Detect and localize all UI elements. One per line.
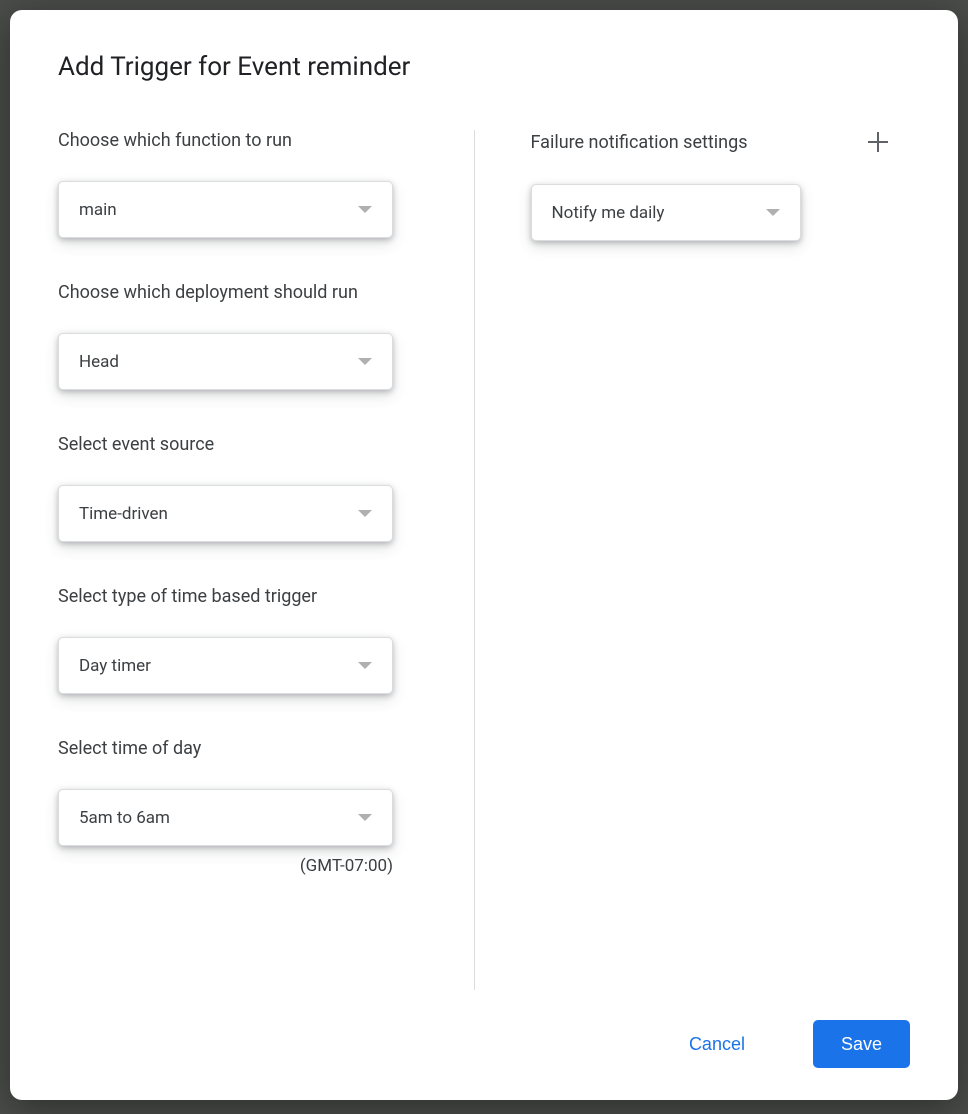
chevron-down-icon (358, 510, 372, 517)
time-of-day-label: Select time of day (58, 738, 418, 759)
function-select[interactable]: main (58, 181, 393, 238)
time-of-day-select[interactable]: 5am to 6am (58, 789, 393, 846)
failure-notification-select[interactable]: Notify me daily (531, 184, 801, 241)
trigger-type-label: Select type of time based trigger (58, 586, 418, 607)
deployment-select[interactable]: Head (58, 333, 393, 390)
dialog-actions: Cancel Save (58, 990, 910, 1068)
trigger-type-select[interactable]: Day timer (58, 637, 393, 694)
failure-notification-field: Failure notification settings Notify me … (531, 130, 891, 241)
event-source-label: Select event source (58, 434, 418, 455)
event-source-field: Select event source Time-driven (58, 434, 418, 542)
time-of-day-field: Select time of day 5am to 6am (GMT-07:00… (58, 738, 418, 876)
deployment-value: Head (79, 352, 119, 372)
failure-notification-label: Failure notification settings (531, 132, 748, 153)
chevron-down-icon (358, 358, 372, 365)
chevron-down-icon (358, 814, 372, 821)
event-source-value: Time-driven (79, 504, 168, 524)
event-source-select[interactable]: Time-driven (58, 485, 393, 542)
deployment-field: Choose which deployment should run Head (58, 282, 418, 390)
chevron-down-icon (358, 662, 372, 669)
failure-notification-value: Notify me daily (552, 203, 665, 223)
trigger-type-value: Day timer (79, 656, 151, 676)
left-column: Choose which function to run main Choose… (58, 130, 475, 990)
dialog-title: Add Trigger for Event reminder (58, 52, 910, 82)
function-label: Choose which function to run (58, 130, 418, 151)
timezone-helper: (GMT-07:00) (58, 856, 393, 876)
right-column: Failure notification settings Notify me … (475, 130, 911, 990)
function-value: main (79, 200, 117, 220)
add-trigger-dialog: Add Trigger for Event reminder Choose wh… (10, 10, 958, 1100)
trigger-type-field: Select type of time based trigger Day ti… (58, 586, 418, 694)
dialog-columns: Choose which function to run main Choose… (58, 130, 910, 990)
chevron-down-icon (766, 209, 780, 216)
plus-icon[interactable] (866, 130, 890, 154)
time-of-day-value: 5am to 6am (79, 808, 170, 828)
function-field: Choose which function to run main (58, 130, 418, 238)
deployment-label: Choose which deployment should run (58, 282, 418, 303)
chevron-down-icon (358, 206, 372, 213)
cancel-button[interactable]: Cancel (661, 1020, 773, 1068)
save-button[interactable]: Save (813, 1020, 910, 1068)
